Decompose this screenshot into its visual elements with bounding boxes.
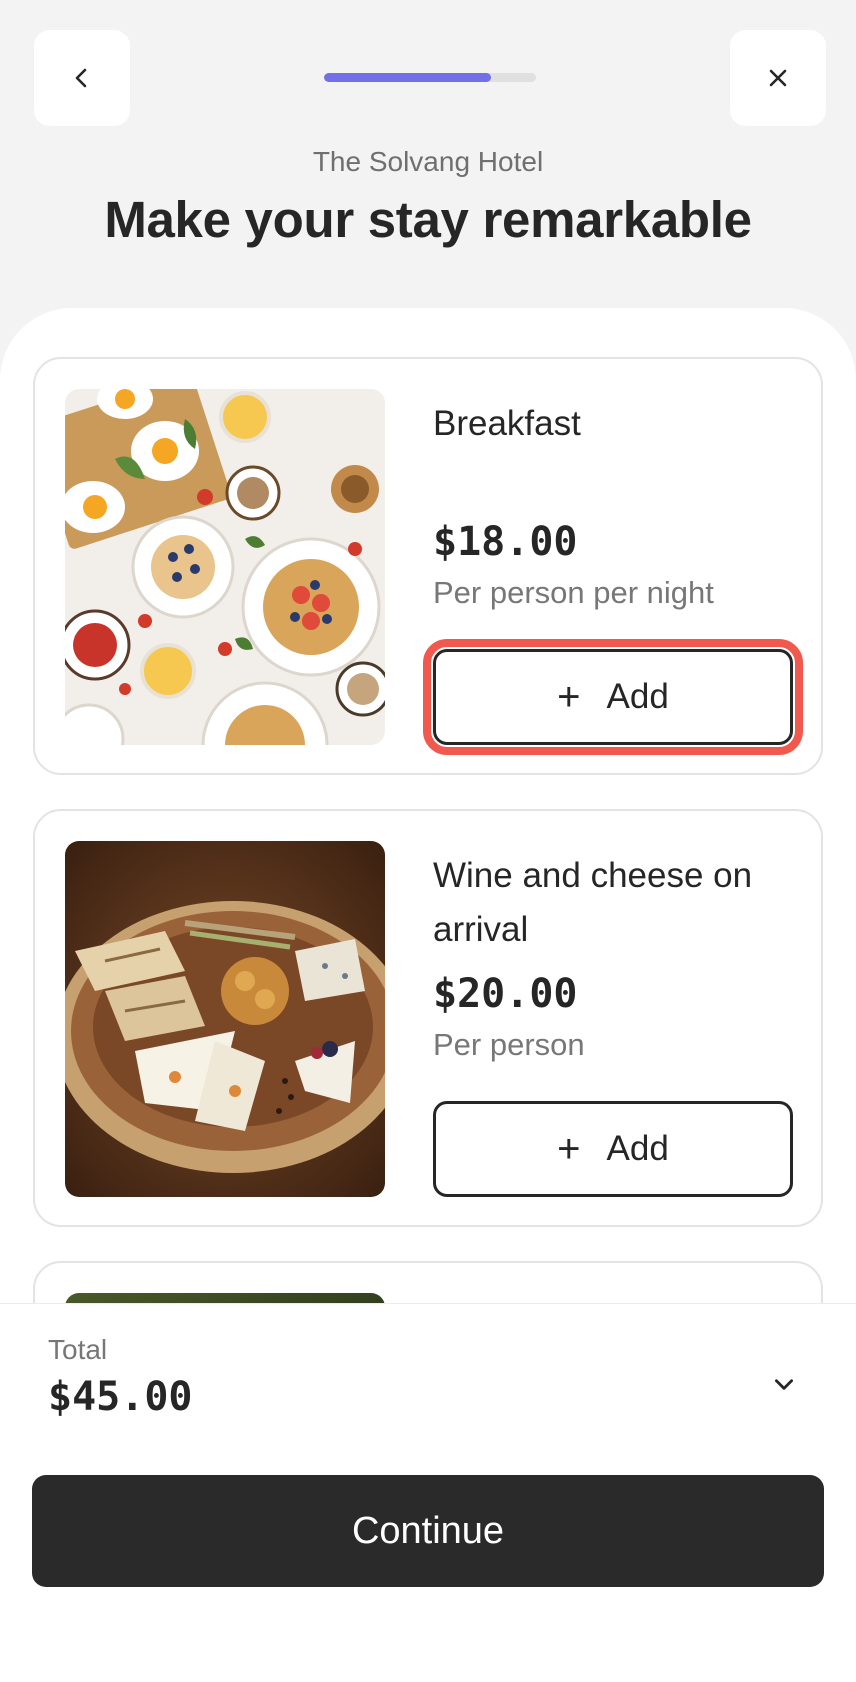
footer-bar: Total $45.00 Continue [0,1303,856,1682]
back-button[interactable] [34,30,130,126]
close-icon [766,66,790,90]
addon-card-wine-and-cheese: Wine and cheese on arrival $20.00 Per pe… [33,809,823,1227]
add-button-label: Add [606,1129,669,1168]
addon-name: Wine and cheese on arrival [433,856,753,949]
total-value: $45.00 [48,1374,193,1420]
close-button[interactable] [730,30,826,126]
hotel-name: The Solvang Hotel [312,146,544,177]
plus-icon: + [557,674,581,719]
addon-unit: Per person per night [433,575,714,610]
add-wine-and-cheese-button[interactable]: + Add [433,1101,793,1197]
progress-bar [324,73,536,82]
add-breakfast-button[interactable]: + Add [423,639,803,755]
wine-and-cheese-image [65,841,385,1197]
add-button-label: Add [606,677,669,716]
addon-price: $20.00 [433,971,578,1017]
chevron-down-icon[interactable] [764,1364,804,1404]
addon-price: $18.00 [433,519,578,565]
page-title: Make your stay remarkable [104,191,752,248]
addon-unit: Per person [433,1027,585,1062]
progress-fill [324,73,492,82]
addon-card-breakfast: Breakfast $18.00 Per person per night + … [33,357,823,775]
continue-button[interactable]: Continue [32,1475,824,1587]
page: The Solvang Hotel Make your stay remarka… [0,0,856,1682]
addon-name: Breakfast [433,404,581,443]
plus-icon: + [557,1126,581,1171]
breakfast-image [65,389,385,745]
total-label: Total [48,1334,108,1365]
chevron-left-icon [70,66,94,90]
